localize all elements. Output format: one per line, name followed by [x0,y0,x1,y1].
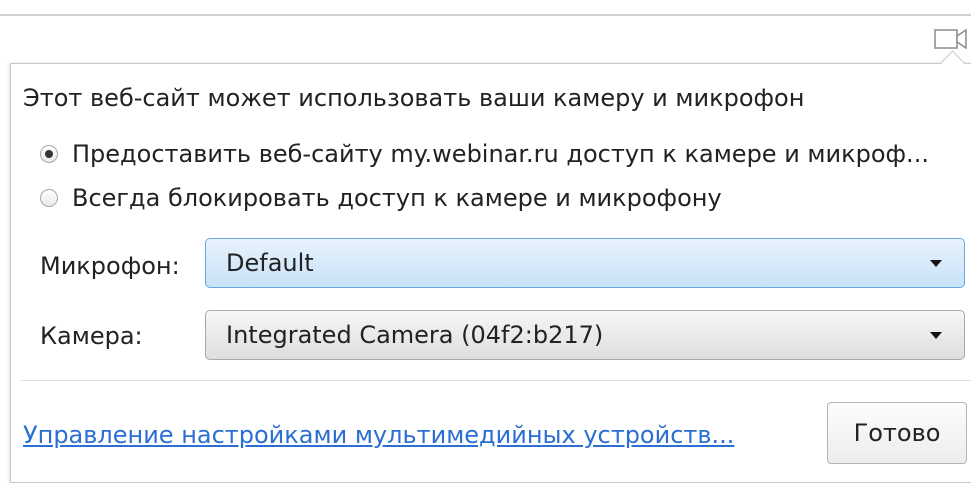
microphone-select[interactable]: Default [205,238,965,288]
allow-radio[interactable] [40,145,58,163]
microphone-label: Микрофон: [40,252,180,280]
camera-select-value: Integrated Camera (04f2:b217) [226,321,604,349]
camera-icon[interactable] [934,27,968,51]
camera-label: Камера: [40,322,143,350]
chevron-down-icon [930,260,942,267]
camera-select[interactable]: Integrated Camera (04f2:b217) [205,310,965,360]
block-option-label: Всегда блокировать доступ к камере и мик… [72,184,722,212]
allow-option-label: Предоставить веб-сайту my.webinar.ru дос… [72,140,929,168]
block-option[interactable]: Всегда блокировать доступ к камере и мик… [40,184,722,212]
bubble-title: Этот веб-сайт может использовать ваши ка… [23,84,805,112]
manage-media-settings-link[interactable]: Управление настройками мультимедийных ус… [23,421,734,449]
bubble-divider [20,380,971,381]
chevron-down-icon [930,332,942,339]
toolbar-divider [0,14,971,16]
microphone-select-value: Default [226,249,314,277]
done-button[interactable]: Готово [827,402,967,464]
allow-option[interactable]: Предоставить веб-сайту my.webinar.ru дос… [40,140,929,168]
block-radio[interactable] [40,189,58,207]
